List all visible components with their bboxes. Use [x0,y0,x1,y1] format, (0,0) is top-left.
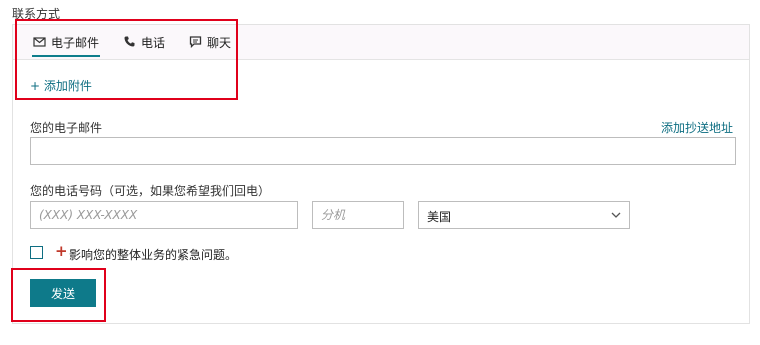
country-select-value: 美国 [427,210,452,224]
phone-number-input[interactable] [30,201,298,229]
tab-phone[interactable]: 电话 [123,34,165,56]
section-title: 联系方式 [12,7,61,21]
mail-icon [33,37,46,47]
tab-chat-label: 聊天 [207,36,232,50]
tab-chat[interactable]: 聊天 [189,34,231,56]
add-attachment-link[interactable]: + 添加附件 [30,77,92,94]
contact-method-tabbar: 电子邮件 电话 聊天 [13,25,749,60]
chat-icon [189,36,202,48]
country-select[interactable]: 美国 [418,201,630,229]
phone-icon [124,36,135,47]
tab-email[interactable]: 电子邮件 [33,34,99,56]
add-cc-link[interactable]: 添加抄送地址 [661,119,733,136]
phone-label: 您的电话号码（可选，如果您希望我们回电） [30,184,271,198]
extension-input[interactable] [312,201,404,229]
active-tab-indicator [32,55,100,57]
contact-panel: 电子邮件 电话 聊天 + 添加附件 您的电子邮件 添加抄送地址 您的电话号码（可… [12,24,750,324]
urgent-checkbox[interactable] [30,246,43,259]
send-button[interactable]: 发送 [30,279,96,307]
chevron-down-icon [611,212,621,218]
tab-email-label: 电子邮件 [51,36,100,50]
tab-phone-label: 电话 [141,36,166,50]
email-label: 您的电子邮件 [30,121,103,135]
email-field[interactable] [30,137,736,165]
urgent-label: 影响您的整体业务的紧急问题。 [69,248,238,262]
urgent-marker: + [55,242,68,260]
